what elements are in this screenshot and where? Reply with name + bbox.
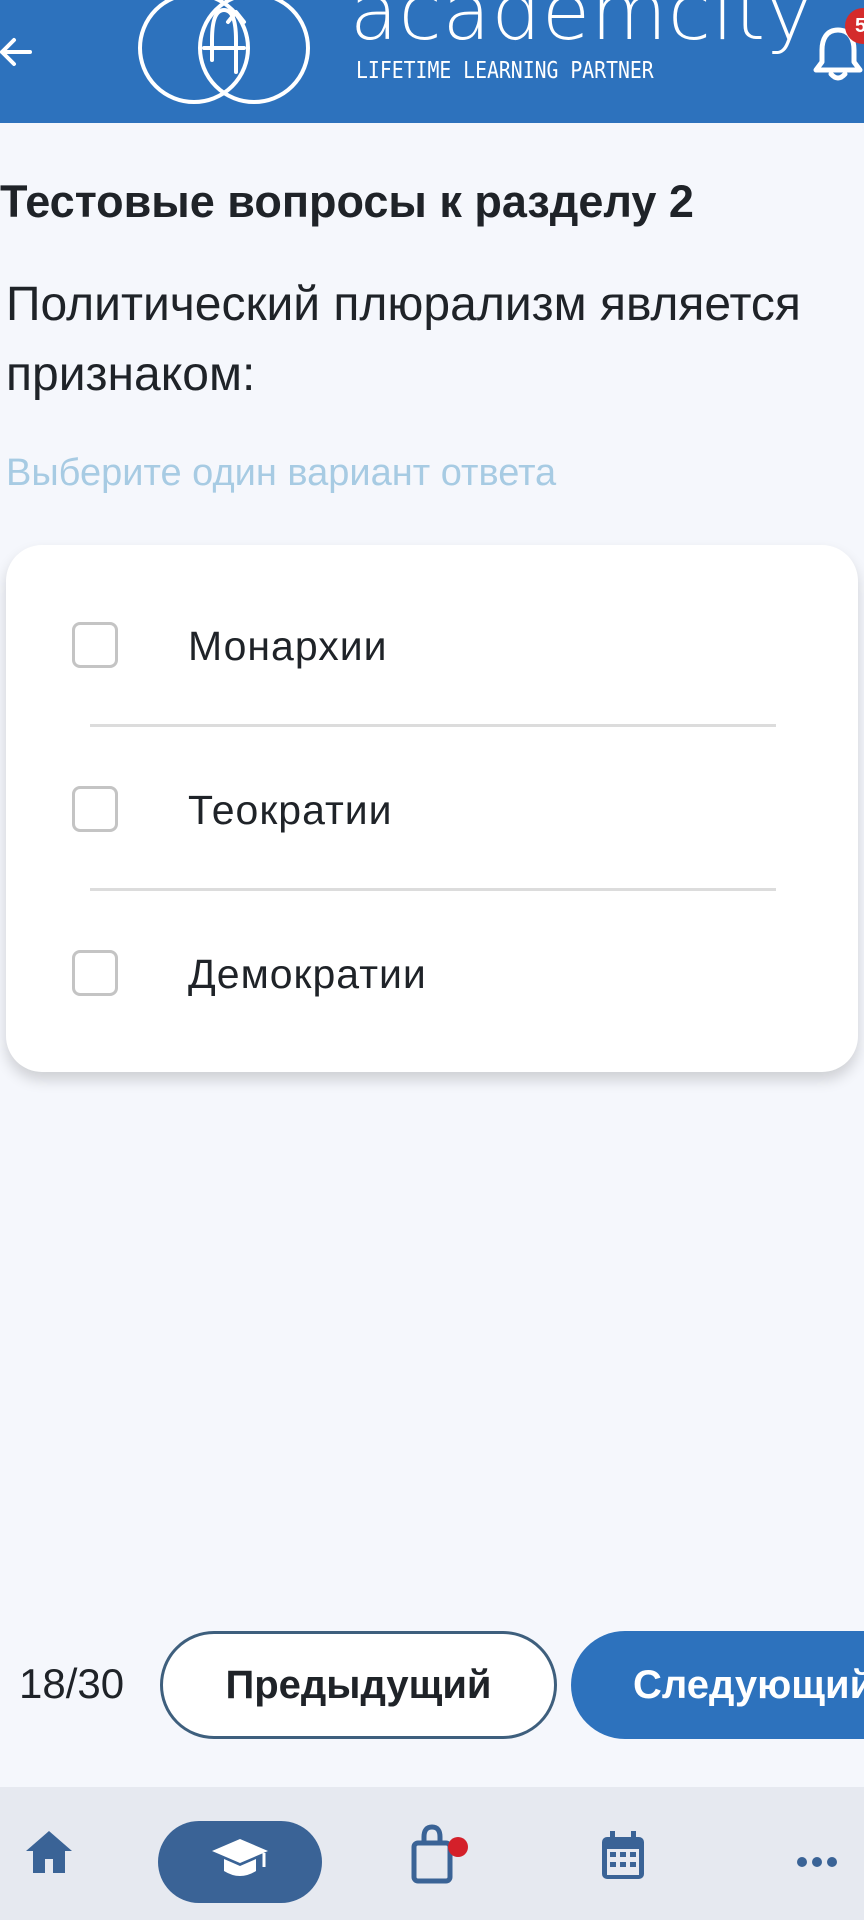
answer-hint: Выберите один вариант ответа bbox=[6, 452, 557, 494]
bottom-navigation bbox=[0, 1787, 864, 1920]
previous-button[interactable]: Предыдущий bbox=[160, 1631, 557, 1739]
answer-label: Монархии bbox=[188, 623, 388, 669]
answer-options-card: Монархии Теократии Демократии bbox=[6, 545, 858, 1072]
nav-item-calendar[interactable] bbox=[588, 1787, 658, 1920]
answer-checkbox[interactable] bbox=[72, 786, 118, 832]
nav-item-courses[interactable] bbox=[158, 1787, 322, 1920]
brand-tagline: LIFETIME LEARNING PARTNER bbox=[356, 58, 654, 84]
nav-item-home[interactable] bbox=[14, 1787, 84, 1920]
brand-name: academcity bbox=[350, 0, 814, 58]
graduation-cap-icon bbox=[212, 1839, 268, 1876]
answer-checkbox[interactable] bbox=[72, 950, 118, 996]
brand-logo: academcity LIFETIME LEARNING PARTNER bbox=[132, 0, 812, 110]
answer-option[interactable]: Демократии bbox=[6, 873, 858, 1037]
back-button[interactable] bbox=[0, 22, 44, 82]
shop-notification-dot bbox=[448, 1837, 468, 1857]
question-counter: 18/30 bbox=[19, 1660, 125, 1707]
logo-mark-icon bbox=[138, 0, 310, 104]
answer-checkbox[interactable] bbox=[72, 622, 118, 668]
question-text: Политический плюрализм является признако… bbox=[6, 278, 801, 401]
more-icon bbox=[797, 1857, 837, 1867]
answer-option[interactable]: Монархии bbox=[6, 545, 858, 709]
answer-label: Демократии bbox=[188, 951, 427, 997]
quiz-page: academcity LIFETIME LEARNING PARTNER 5 Т… bbox=[0, 0, 864, 1920]
app-header: academcity LIFETIME LEARNING PARTNER 5 bbox=[0, 0, 864, 123]
answer-option[interactable]: Теократии bbox=[6, 709, 858, 873]
home-icon bbox=[26, 1831, 72, 1873]
nav-item-more[interactable] bbox=[786, 1787, 856, 1920]
answer-label: Теократии bbox=[188, 787, 393, 833]
next-button[interactable]: Следующий bbox=[571, 1631, 864, 1739]
arrow-left-icon bbox=[0, 38, 32, 66]
section-title: Тестовые вопросы к разделу 2 bbox=[0, 176, 694, 227]
calendar-icon bbox=[602, 1831, 644, 1879]
